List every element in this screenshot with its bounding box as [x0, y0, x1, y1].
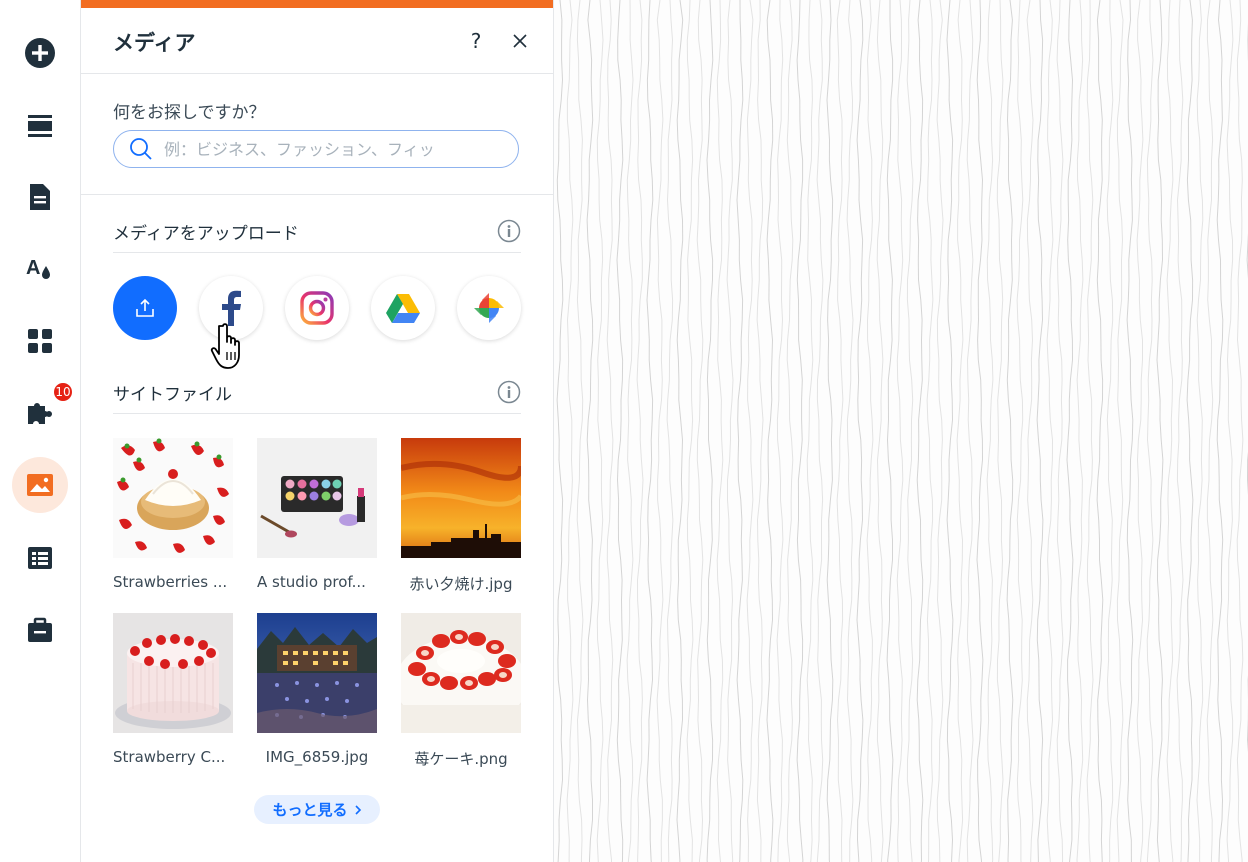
help-button[interactable]: ? [463, 28, 489, 54]
close-button[interactable] [507, 28, 533, 54]
briefcase-icon [28, 617, 52, 642]
hand-cursor-icon [205, 322, 247, 376]
add-elements-button[interactable] [12, 25, 68, 81]
google-photos-icon [474, 293, 504, 323]
header-divider [81, 73, 553, 74]
file-label: Strawberries ... [113, 573, 228, 591]
search-label: 何をお探しですか？ [113, 103, 266, 123]
google-photos-source-button[interactable] [457, 276, 521, 340]
upload-from-computer-button[interactable] [113, 276, 177, 340]
instagram-source-button[interactable] [285, 276, 349, 340]
file-label: 赤い夕焼け.jpg [409, 575, 513, 593]
file-label: A studio prof... [257, 573, 366, 591]
search-icon [128, 136, 154, 162]
apps-button[interactable] [12, 313, 68, 369]
file-label: Strawberry C... [113, 748, 226, 766]
image-icon [27, 474, 53, 496]
left-toolbar: A 10 [0, 0, 81, 862]
upload-section-divider [113, 252, 521, 253]
table-icon [28, 547, 52, 569]
sections-icon [28, 115, 52, 137]
upload-info-icon[interactable] [497, 219, 521, 243]
notification-badge: 10 [52, 381, 74, 403]
panel-title: メディア [113, 31, 196, 55]
show-more-button[interactable]: もっと見る [254, 795, 380, 824]
canvas-texture [556, 0, 1248, 862]
file-thumbnail-red-sunset[interactable] [401, 438, 521, 558]
cms-button[interactable] [12, 530, 68, 586]
plus-circle-icon [25, 38, 55, 68]
puzzle-icon [28, 403, 52, 424]
show-more-label: もっと見る [272, 801, 348, 819]
apps-icon [28, 329, 52, 353]
portfolio-button[interactable] [12, 602, 68, 658]
media-button[interactable] [12, 457, 68, 513]
file-thumbnail-img-6859[interactable] [257, 613, 377, 733]
design-button[interactable]: A [12, 241, 68, 297]
file-thumbnail-strawberries[interactable] [113, 438, 233, 558]
panel-accent-bar [81, 0, 553, 8]
site-files-section-title: サイトファイル [113, 385, 232, 405]
file-label: IMG_6859.jpg [265, 748, 369, 766]
page-icon [30, 184, 50, 210]
svg-text:A: A [26, 257, 40, 279]
search-divider [81, 194, 553, 195]
file-thumbnail-strawberry-cake[interactable] [113, 613, 233, 733]
google-drive-source-button[interactable] [371, 276, 435, 340]
theme-icon: A [26, 257, 50, 279]
media-panel: メディア ? 何をお探しですか？ メディアをアップロード [81, 0, 554, 862]
chevron-right-icon [354, 804, 361, 815]
site-files-info-icon[interactable] [497, 380, 521, 404]
search-field[interactable] [113, 130, 519, 168]
pages-button[interactable] [12, 169, 68, 225]
instagram-icon [300, 291, 334, 325]
facebook-icon [222, 290, 241, 326]
upload-icon [136, 298, 154, 317]
file-thumbnail-makeup-studio[interactable] [257, 438, 377, 558]
editor-canvas[interactable] [554, 0, 1248, 862]
google-drive-icon [386, 294, 420, 323]
file-label: 苺ケーキ.png [414, 750, 508, 768]
search-input[interactable] [162, 138, 496, 160]
file-thumbnail-ichigo-cake[interactable] [401, 613, 521, 733]
site-files-divider [113, 413, 521, 414]
close-icon [513, 34, 527, 48]
sections-button[interactable] [12, 98, 68, 154]
upload-section-title: メディアをアップロード [113, 224, 299, 244]
